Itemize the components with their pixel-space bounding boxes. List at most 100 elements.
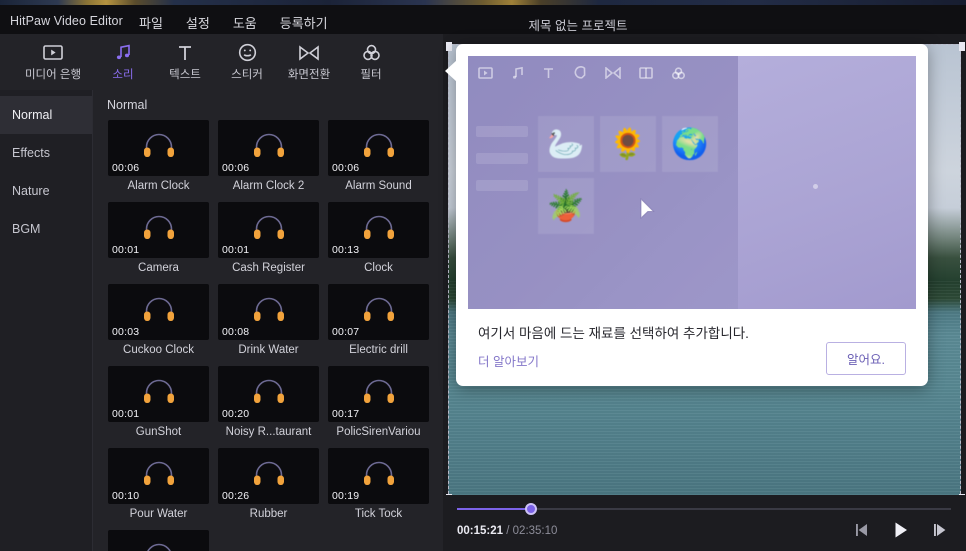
headphone-icon <box>362 297 396 328</box>
sidebar-item-nature[interactable]: Nature <box>0 172 92 210</box>
audio-item-duration: 00:19 <box>332 490 360 502</box>
audio-item-thumbnail[interactable]: 00:01 <box>218 202 319 258</box>
headphone-icon <box>252 215 286 246</box>
tab-filter[interactable]: 필터 <box>340 36 402 88</box>
text-icon <box>176 42 194 63</box>
media-bank-icon <box>43 42 63 63</box>
audio-item-thumbnail[interactable]: 00:26 <box>218 448 319 504</box>
transition-icon <box>298 42 320 63</box>
headphone-icon <box>142 297 176 328</box>
headphone-icon <box>142 379 176 410</box>
audio-item-duration: 00:06 <box>222 162 250 174</box>
previous-frame-icon[interactable] <box>854 523 870 537</box>
audio-item[interactable]: 00:03 Cuckoo Clock <box>108 284 209 356</box>
tab-text[interactable]: 텍스트 <box>154 36 216 88</box>
total-time: 02:35:10 <box>512 525 558 537</box>
play-icon[interactable] <box>892 521 910 539</box>
audio-item[interactable]: 00:19 Tick Tock <box>328 448 429 520</box>
popup-arrow <box>445 60 457 82</box>
text-icon-small <box>544 67 553 78</box>
popup-ok-button[interactable]: 알어요. <box>826 342 906 375</box>
media-bank-icon-small <box>478 67 493 79</box>
audio-item-thumbnail[interactable]: 00:10 <box>108 448 209 504</box>
audio-item[interactable]: 00:10 Pour Water <box>108 448 209 520</box>
popup-message: 여기서 마음에 드는 재료를 선택하여 추가합니다. <box>478 326 749 341</box>
transition-icon-small <box>605 67 621 79</box>
sticker-icon-small <box>574 66 586 79</box>
audio-item[interactable]: 00:06 Alarm Sound <box>328 120 429 192</box>
audio-item-duration: 00:26 <box>222 490 250 502</box>
tab-audio[interactable]: 소리 <box>92 36 154 88</box>
sidebar-item-bgm-label: BGM <box>12 222 41 236</box>
audio-item-thumbnail[interactable] <box>108 530 209 551</box>
sticker-icon <box>238 42 257 63</box>
headphone-icon <box>142 461 176 492</box>
selection-handle-top-left[interactable] <box>446 42 452 51</box>
category-sidebar: Normal Effects Nature BGM <box>0 90 93 551</box>
sidebar-item-bgm[interactable]: BGM <box>0 210 92 248</box>
next-frame-icon[interactable] <box>932 523 948 537</box>
audio-item[interactable]: 00:01 Cash Register <box>218 202 319 274</box>
audio-item-thumbnail[interactable]: 00:13 <box>328 202 429 258</box>
audio-item-thumbnail[interactable]: 00:06 <box>108 120 209 176</box>
audio-item[interactable]: 00:26 Rubber <box>218 448 319 520</box>
audio-item[interactable]: 00:17 PolicSirenVariou <box>328 366 429 438</box>
audio-item-name: Cash Register <box>232 262 305 274</box>
audio-item-name: Drink Water <box>238 344 299 356</box>
sidebar-item-normal[interactable]: Normal <box>0 96 92 134</box>
headphone-icon <box>142 133 176 164</box>
audio-item-thumbnail[interactable]: 00:19 <box>328 448 429 504</box>
headphone-icon <box>252 133 286 164</box>
audio-item[interactable]: 00:07 Electric drill <box>328 284 429 356</box>
popup-illustration-highlight-dot <box>813 184 818 189</box>
audio-item-name: Rubber <box>249 508 288 520</box>
tab-transition[interactable]: 화면전환 <box>278 36 340 88</box>
audio-item-thumbnail[interactable]: 00:07 <box>328 284 429 340</box>
popup-illustration-sticker-tile: 🌻 <box>600 116 656 172</box>
tab-text-label: 텍스트 <box>169 69 201 81</box>
audio-item[interactable]: 00:01 GunShot <box>108 366 209 438</box>
playback-slider[interactable] <box>457 503 951 515</box>
audio-item-duration: 00:06 <box>112 162 140 174</box>
audio-item-name: Electric drill <box>349 344 408 356</box>
selection-handle-top-right[interactable] <box>959 42 965 51</box>
audio-item-name: GunShot <box>135 426 182 438</box>
audio-item-thumbnail[interactable]: 00:06 <box>218 120 319 176</box>
popup-illustration-sticker-tile: 🌍 <box>662 116 718 172</box>
tab-sticker[interactable]: 스티커 <box>216 36 278 88</box>
tab-media-bank[interactable]: 미디어 은행 <box>14 36 92 88</box>
audio-item-thumbnail[interactable]: 00:17 <box>328 366 429 422</box>
menu-bar: HitPaw Video Editor 파일 설정 도움 등록하기 제목 없는 … <box>0 5 966 34</box>
headphone-icon <box>252 379 286 410</box>
audio-item-name: Pour Water <box>129 508 188 520</box>
audio-item-duration: 00:17 <box>332 408 360 420</box>
audio-item[interactable]: 00:01 Camera <box>108 202 209 274</box>
sidebar-item-effects[interactable]: Effects <box>0 134 92 172</box>
audio-item-thumbnail[interactable]: 00:03 <box>108 284 209 340</box>
sidebar-item-effects-label: Effects <box>12 146 50 160</box>
time-display: 00:15:21 / 02:35:10 <box>457 525 557 537</box>
popup-learn-more-link[interactable]: 더 알아보기 <box>478 351 539 370</box>
audio-item-grid: 00:06 Alarm Clock 00:06 Alarm Clock 2 00:06 A… <box>100 120 443 551</box>
audio-item-name: Clock <box>364 262 393 274</box>
audio-library-grid-area: Normal 00:06 Alarm Clock 00:06 Alarm Clock … <box>93 90 443 551</box>
audio-item-thumbnail[interactable]: 00:01 <box>108 202 209 258</box>
audio-item[interactable]: 00:08 Drink Water <box>218 284 319 356</box>
audio-item[interactable] <box>108 530 209 551</box>
audio-item-thumbnail[interactable]: 00:01 <box>108 366 209 422</box>
hitpaw-video-editor-window: HitPaw Video Editor 파일 설정 도움 등록하기 제목 없는 … <box>0 0 966 551</box>
audio-item-thumbnail[interactable]: 00:06 <box>328 120 429 176</box>
slider-knob[interactable] <box>525 503 538 515</box>
headphone-icon <box>142 215 176 246</box>
time-separator: / <box>506 525 510 537</box>
audio-item[interactable]: 00:20 Noisy R...taurant <box>218 366 319 438</box>
audio-item-name: Alarm Clock 2 <box>232 180 305 192</box>
audio-item[interactable]: 00:06 Alarm Clock 2 <box>218 120 319 192</box>
audio-item-thumbnail[interactable]: 00:08 <box>218 284 319 340</box>
audio-item-thumbnail[interactable]: 00:20 <box>218 366 319 422</box>
audio-item[interactable]: 00:06 Alarm Clock <box>108 120 209 192</box>
audio-item[interactable]: 00:13 Clock <box>328 202 429 274</box>
library-section-title: Normal <box>107 98 148 112</box>
audio-item-duration: 00:07 <box>332 326 360 338</box>
audio-item-name: PolicSirenVariou <box>336 426 421 438</box>
